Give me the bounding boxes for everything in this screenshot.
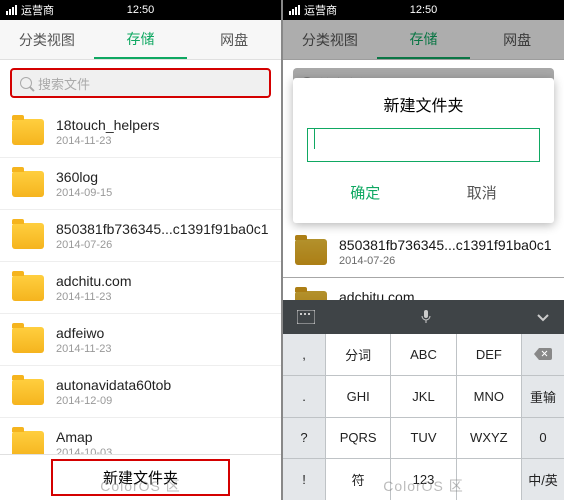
key-WXYZ[interactable]: WXYZ (457, 418, 521, 459)
list-item[interactable]: 18touch_helpers 2014-11-23 (0, 106, 281, 158)
file-name: adfeiwo (56, 325, 111, 341)
tab-cloud[interactable]: 网盘 (187, 20, 281, 59)
list-item[interactable]: 360log 2014-09-15 (0, 158, 281, 210)
key-重输[interactable]: 重输 (522, 376, 564, 417)
folder-icon (12, 327, 44, 353)
folder-icon (12, 171, 44, 197)
file-date: 2014-11-23 (56, 343, 111, 355)
clock: 12:50 (410, 4, 438, 16)
search-icon (20, 77, 32, 89)
statusbar: 运营商 12:50 (283, 0, 564, 20)
key-TUV[interactable]: TUV (391, 418, 455, 459)
list-item[interactable]: Amap 2014-10-03 (0, 418, 281, 454)
file-name: Amap (56, 429, 112, 445)
list-item[interactable]: adfeiwo 2014-11-23 (0, 314, 281, 366)
tab-cloud[interactable]: 网盘 (470, 20, 564, 59)
key-PQRS[interactable]: PQRS (326, 418, 390, 459)
mic-icon[interactable] (420, 309, 432, 325)
file-name: 360log (56, 169, 112, 185)
file-date: 2014-10-03 (56, 447, 112, 455)
key-GHI[interactable]: GHI (326, 376, 390, 417)
tab-storage[interactable]: 存储 (377, 20, 471, 59)
file-date: 2014-09-15 (56, 187, 112, 199)
key-123[interactable]: 123 (391, 459, 455, 500)
file-name: autonavidata60tob (56, 377, 171, 393)
search-input[interactable]: 搜索文件 (10, 68, 271, 98)
key-分词[interactable]: 分词 (326, 334, 390, 375)
footer: 新建文件夹 (0, 454, 281, 500)
dialog-ok-button[interactable]: 确定 (307, 176, 424, 209)
file-list: 18touch_helpers 2014-11-23 360log 2014-09-1… (0, 106, 281, 454)
keyboard: ,分词ABCDEF.GHIJKLMNO重输?PQRSTUVWXYZ0!符123 … (283, 300, 564, 500)
list-item[interactable]: 850381fb736345...c1391f91ba0c1 2014-07-26 (283, 226, 564, 278)
key-ABC[interactable]: ABC (391, 334, 455, 375)
folder-icon (12, 379, 44, 405)
top-tabs: 分类视图 存储 网盘 (283, 20, 564, 60)
signal-icon (289, 5, 300, 15)
top-tabs: 分类视图 存储 网盘 (0, 20, 281, 60)
dialog-title: 新建文件夹 (307, 92, 540, 116)
file-name: adchitu.com (56, 273, 131, 289)
key-DEF[interactable]: DEF (457, 334, 521, 375)
file-name: 850381fb736345...c1391f91ba0c1 (56, 221, 269, 237)
key-0[interactable]: 0 (522, 418, 564, 459)
key-backspace[interactable] (522, 334, 564, 375)
new-folder-button[interactable]: 新建文件夹 (51, 459, 230, 496)
collapse-icon[interactable] (536, 312, 550, 322)
carrier-label: 运营商 (21, 2, 54, 18)
file-name: 18touch_helpers (56, 117, 160, 133)
key-,[interactable]: , (283, 334, 325, 375)
keyboard-switch-icon[interactable] (297, 310, 315, 324)
list-item[interactable]: 850381fb736345...c1391f91ba0c1 2014-07-26 (0, 210, 281, 262)
file-date: 2014-11-23 (56, 135, 160, 147)
tab-category[interactable]: 分类视图 (0, 20, 94, 59)
file-date: 2014-11-23 (56, 291, 131, 303)
file-date: 2014-12-09 (56, 395, 171, 407)
folder-icon (12, 275, 44, 301)
key-JKL[interactable]: JKL (391, 376, 455, 417)
key-?[interactable]: ? (283, 418, 325, 459)
folder-icon (12, 431, 44, 455)
key-![interactable]: ! (283, 459, 325, 500)
key-.[interactable]: . (283, 376, 325, 417)
phone-left: 运营商 12:50 分类视图 存储 网盘 搜索文件 18touch_helper… (0, 0, 281, 500)
dialog-cancel-button[interactable]: 取消 (424, 176, 541, 209)
list-item[interactable]: autonavidata60tob 2014-12-09 (0, 366, 281, 418)
carrier-label: 运营商 (304, 2, 337, 18)
new-folder-dialog: 新建文件夹 确定 取消 (293, 78, 554, 223)
tab-storage[interactable]: 存储 (94, 20, 188, 59)
file-name: 850381fb736345...c1391f91ba0c1 (339, 237, 552, 253)
signal-icon (6, 5, 17, 15)
file-date: 2014-07-26 (56, 239, 269, 251)
tab-category[interactable]: 分类视图 (283, 20, 377, 59)
key-space[interactable] (457, 459, 521, 500)
key-中/英[interactable]: 中/英 (522, 459, 564, 500)
key-MNO[interactable]: MNO (457, 376, 521, 417)
search-placeholder: 搜索文件 (38, 74, 90, 93)
list-item[interactable]: adchitu.com 2014-11-23 (0, 262, 281, 314)
folder-icon (12, 223, 44, 249)
key-符[interactable]: 符 (326, 459, 390, 500)
phone-right: 运营商 12:50 分类视图 存储 网盘 搜索文件 850381fb736345… (283, 0, 564, 500)
file-date: 2014-07-26 (339, 255, 552, 267)
clock: 12:50 (127, 4, 155, 16)
statusbar: 运营商 12:50 (0, 0, 281, 20)
folder-icon (12, 119, 44, 145)
folder-name-input[interactable] (307, 128, 540, 162)
folder-icon (295, 239, 327, 265)
